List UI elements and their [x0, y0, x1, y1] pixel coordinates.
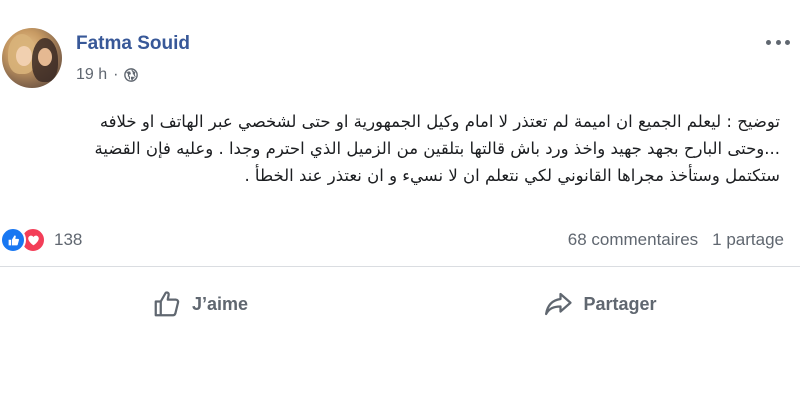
post-time[interactable]: 19 h: [76, 66, 107, 84]
author-name[interactable]: Fatma Souid: [76, 33, 190, 55]
post-body: توضيح : ليعلم الجميع ان اميمة لم تعتذر ل…: [2, 108, 781, 189]
post-text-line: توضيح : ليعلم الجميع ان اميمة لم تعتذر ل…: [99, 112, 780, 131]
globe-icon[interactable]: [124, 68, 139, 82]
share-button-label: Partager: [583, 293, 657, 314]
like-button-label: J’aime: [191, 293, 249, 314]
share-button[interactable]: Partager: [400, 282, 800, 326]
facebook-post: Fatma Souid 19 h · توضيح : ليعلم الجميع …: [0, 0, 800, 400]
engagement-stats: 68 commentaires 1 partage: [568, 230, 784, 250]
avatar[interactable]: [2, 28, 62, 88]
post-text-line: ...وحتى البارح بجهد جهيد واخذ ورد باش قا…: [94, 139, 781, 158]
thumbs-up-icon: [152, 289, 182, 319]
share-arrow-icon: [543, 289, 573, 319]
reaction-count: 138: [54, 230, 83, 249]
like-button[interactable]: J’aime: [0, 282, 400, 326]
reactions-summary[interactable]: 138: [0, 227, 82, 253]
like-icon: [0, 227, 26, 253]
more-options-icon[interactable]: [766, 34, 790, 50]
post-text-line: ستكتمل وستأخذ مجراها القانوني لكي نتعلم …: [244, 166, 780, 185]
comments-count[interactable]: 68 commentaires: [568, 230, 698, 250]
post-meta: 19 h ·: [76, 66, 139, 84]
meta-separator: ·: [113, 66, 119, 83]
shares-count[interactable]: 1 partage: [712, 230, 784, 250]
post-actions: J’aime Partager: [0, 282, 800, 326]
divider: [0, 266, 800, 267]
